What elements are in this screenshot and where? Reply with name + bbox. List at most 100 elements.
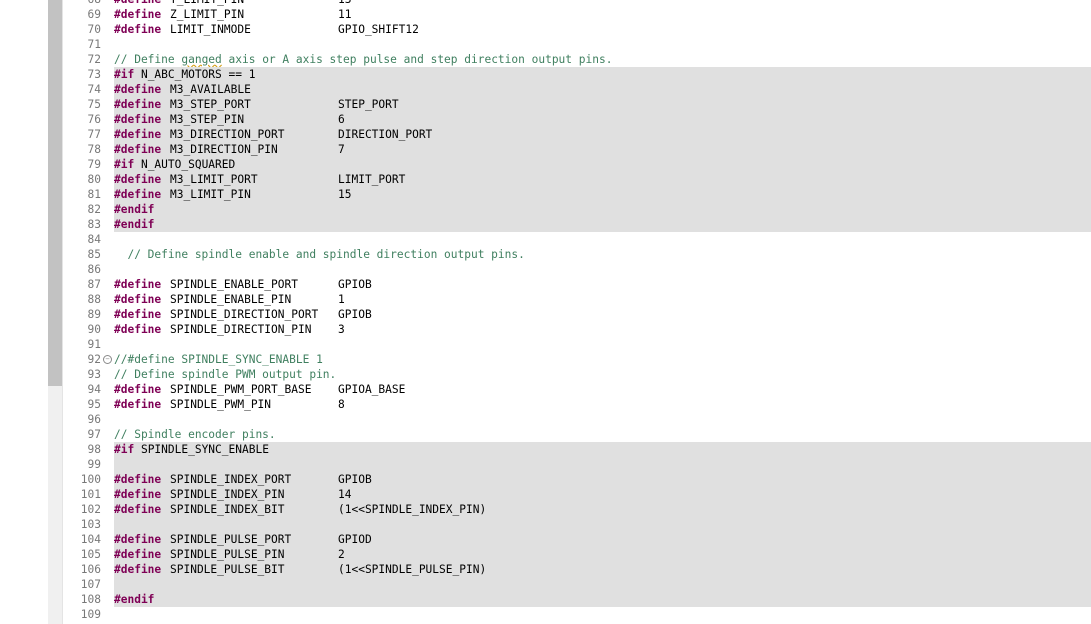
code-comment: // Define spindle enable and spindle dir… (114, 248, 525, 261)
code-line[interactable]: 69 #define Z_LIMIT_PIN 11 (63, 7, 1091, 22)
line-number: 76 (87, 113, 101, 126)
line-number: 85 (87, 248, 101, 261)
macro-condition: N_ABC_MOTORS == 1 (134, 68, 256, 81)
code-line[interactable]: 93 // Define spindle PWM output pin. (63, 367, 1091, 382)
line-number: 106 (80, 563, 101, 576)
macro-value: DIRECTION_PORT (338, 128, 433, 141)
preprocessor-keyword: #define (114, 293, 162, 306)
code-comment: // Spindle encoder pins. (114, 428, 276, 441)
inactive-code-highlight (114, 172, 1091, 187)
code-editor[interactable]: 68#defineY_LIMIT_PIN1369#defineZ_LIMIT_P… (63, 0, 1091, 622)
code-line[interactable]: 87 #define SPINDLE_ENABLE_PORT GPIOB (63, 277, 1091, 292)
fold-toggle-icon[interactable]: − (103, 355, 112, 364)
line-number: 71 (87, 38, 101, 51)
code-line[interactable]: 109 (63, 607, 1091, 622)
line-number: 91 (87, 338, 101, 351)
code-line[interactable]: 106 #define SPINDLE_PULSE_BIT (1<<SPINDLE_P… (63, 562, 1091, 577)
macro-name: SPINDLE_PULSE_PIN (170, 548, 285, 561)
code-line[interactable]: 108 #endif (63, 592, 1091, 607)
code-line[interactable]: 79 #if N_AUTO_SQUARED (63, 157, 1091, 172)
code-line[interactable]: 80 #define M3_LIMIT_PORT LIMIT_PORT (63, 172, 1091, 187)
code-line[interactable]: 77 #define M3_DIRECTION_PORT DIRECTION_PORT (63, 127, 1091, 142)
inactive-code-highlight (114, 517, 1091, 532)
code-text: #define M3_LIMIT_PORT LIMIT_PORT (114, 172, 405, 187)
code-line[interactable]: 89 #define SPINDLE_DIRECTION_PORT GPIOB (63, 307, 1091, 322)
macro-value: (1<<SPINDLE_INDEX_PIN) (338, 503, 487, 516)
macro-value: LIMIT_PORT (338, 173, 406, 186)
line-number: 73 (87, 68, 101, 81)
inactive-code-highlight (114, 157, 1091, 172)
code-line[interactable]: 70 #define LIMIT_INMODE GPIO_SHIFT12 (63, 22, 1091, 37)
code-line[interactable]: 81 #define M3_LIMIT_PIN 15 (63, 187, 1091, 202)
macro-name: SPINDLE_INDEX_BIT (170, 503, 285, 516)
macro-value: 6 (338, 113, 345, 126)
line-number: 80 (87, 173, 101, 186)
line-number: 68 (63, 0, 101, 7)
inactive-code-highlight (114, 112, 1091, 127)
preprocessor-keyword: #define (114, 503, 162, 516)
code-line[interactable]: 99 (63, 457, 1091, 472)
macro-name: SPINDLE_PULSE_PORT (170, 533, 292, 546)
code-text: // Define spindle PWM output pin. (114, 367, 336, 382)
preprocessor-keyword: #define (114, 173, 162, 186)
line-number: 74 (87, 83, 101, 96)
line-number: 90 (87, 323, 101, 336)
code-line[interactable]: 102 #define SPINDLE_INDEX_BIT (1<<SPINDLE_I… (63, 502, 1091, 517)
vertical-scrollbar-thumb[interactable] (48, 0, 62, 386)
code-line[interactable]: 78 #define M3_DIRECTION_PIN 7 (63, 142, 1091, 157)
code-line[interactable]: 74 #define M3_AVAILABLE (63, 82, 1091, 97)
code-text: #define M3_DIRECTION_PORT DIRECTION_PORT (114, 127, 432, 142)
macro-name: SPINDLE_INDEX_PORT (170, 473, 292, 486)
code-line[interactable]: 73 #if N_ABC_MOTORS == 1 (63, 67, 1091, 82)
code-line[interactable]: 107 (63, 577, 1091, 592)
code-text: #define SPINDLE_PULSE_PIN 2 (114, 547, 345, 562)
code-line[interactable]: 91 (63, 337, 1091, 352)
code-line[interactable]: 94 #define SPINDLE_PWM_PORT_BASE GPIOA_BASE (63, 382, 1091, 397)
code-line[interactable]: 68 #define Y_LIMIT_PIN 13 (63, 0, 1091, 7)
preprocessor-keyword: #define (114, 23, 162, 36)
code-line[interactable]: 100 #define SPINDLE_INDEX_PORT GPIOB (63, 472, 1091, 487)
code-line[interactable]: 96 (63, 412, 1091, 427)
code-line[interactable]: 71 (63, 37, 1091, 52)
code-comment: // Define ganged axis or A axis step pul… (114, 53, 613, 66)
code-line[interactable]: 82 #endif (63, 202, 1091, 217)
code-text: #define SPINDLE_DIRECTION_PORT GPIOB (114, 307, 372, 322)
code-line[interactable]: 105 #define SPINDLE_PULSE_PIN 2 (63, 547, 1091, 562)
code-line[interactable]: 72 // Define ganged axis or A axis step p… (63, 52, 1091, 67)
code-line[interactable]: 84 (63, 232, 1091, 247)
code-line[interactable]: 92−//#define SPINDLE_SYNC_ENABLE 1 (63, 352, 1091, 367)
code-line[interactable]: 88 #define SPINDLE_ENABLE_PIN 1 (63, 292, 1091, 307)
code-line[interactable]: 90 #define SPINDLE_DIRECTION_PIN 3 (63, 322, 1091, 337)
macro-name: SPINDLE_DIRECTION_PIN (170, 323, 312, 336)
preprocessor-keyword: #define (114, 473, 162, 486)
code-line[interactable]: 97 // Spindle encoder pins. (63, 427, 1091, 442)
code-text: #define M3_STEP_PORT STEP_PORT (114, 97, 399, 112)
code-line[interactable]: 86 (63, 262, 1091, 277)
macro-name: M3_LIMIT_PIN (170, 188, 251, 201)
code-line[interactable]: 101 #define SPINDLE_INDEX_PIN 14 (63, 487, 1091, 502)
code-line[interactable]: 75 #define M3_STEP_PORT STEP_PORT (63, 97, 1091, 112)
line-number: 69 (87, 8, 101, 21)
preprocessor-keyword: #endif (114, 593, 155, 606)
code-line[interactable]: 76 #define M3_STEP_PIN 6 (63, 112, 1091, 127)
line-number: 108 (80, 593, 101, 606)
code-line[interactable]: 104 #define SPINDLE_PULSE_PORT GPIOD (63, 532, 1091, 547)
macro-value: 2 (338, 548, 345, 561)
inactive-code-highlight (114, 217, 1091, 232)
macro-value: 13 (338, 0, 351, 7)
code-line[interactable]: 98 #if SPINDLE_SYNC_ENABLE (63, 442, 1091, 457)
code-text: #define SPINDLE_ENABLE_PIN 1 (114, 292, 345, 307)
code-line[interactable]: 103 (63, 517, 1091, 532)
line-number: 93 (87, 368, 101, 381)
code-line[interactable]: 95 #define SPINDLE_PWM_PIN 8 (63, 397, 1091, 412)
code-text: #define SPINDLE_DIRECTION_PIN 3 (114, 322, 345, 337)
code-line[interactable]: 85 // Define spindle enable and spindle … (63, 247, 1091, 262)
code-line[interactable]: 83 #endif (63, 217, 1091, 232)
preprocessor-keyword: #define (114, 398, 162, 411)
code-text: #if SPINDLE_SYNC_ENABLE (114, 442, 269, 457)
line-number: 83 (87, 218, 101, 231)
macro-name: M3_DIRECTION_PIN (170, 143, 278, 156)
line-number: 75 (87, 98, 101, 111)
line-number: 99 (87, 458, 101, 471)
macro-name: M3_DIRECTION_PORT (170, 128, 285, 141)
